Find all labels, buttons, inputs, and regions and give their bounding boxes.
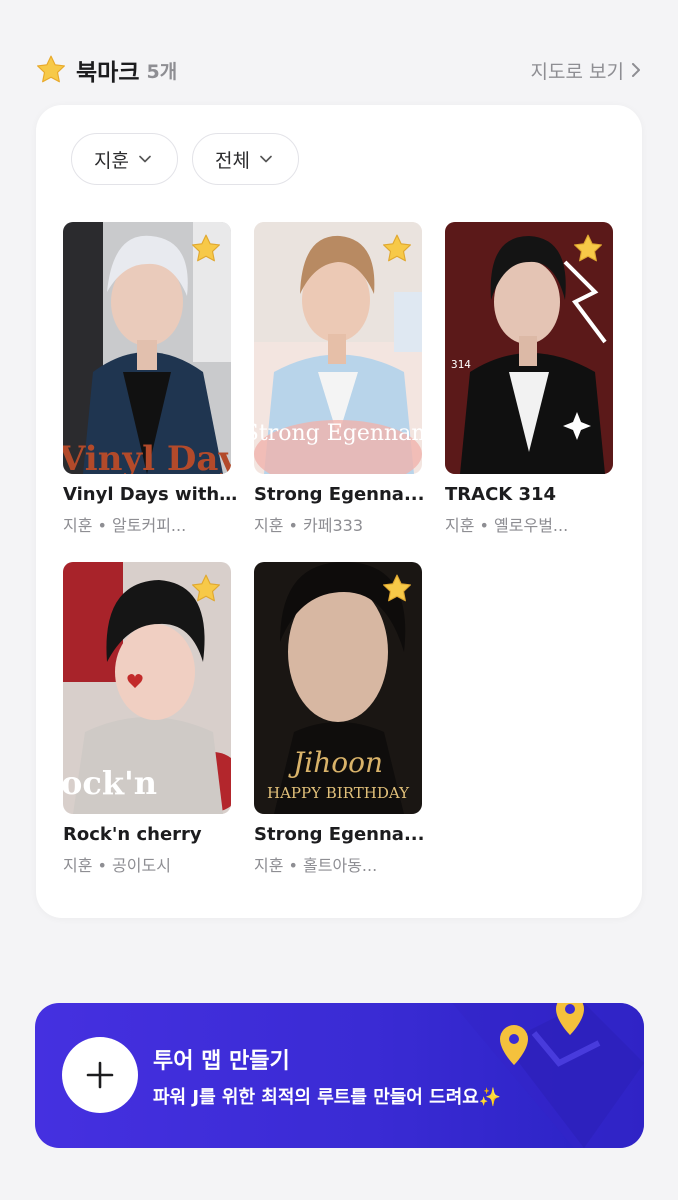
bookmark-star-icon[interactable] — [380, 232, 414, 266]
banner-subtitle: 파워 J를 위한 최적의 루트를 만들어 드려요✨ — [153, 1087, 502, 1108]
bookmark-star-icon[interactable] — [189, 572, 223, 606]
bookmark-star-icon[interactable] — [571, 232, 605, 266]
chevron-down-icon — [260, 155, 272, 163]
filter-member-label: 지훈 — [94, 149, 129, 172]
event-poster-image: ock'n — [63, 562, 231, 814]
filter-bar: 지훈 전체 — [71, 133, 299, 185]
filter-category-label: 전체 — [214, 149, 250, 172]
poster-text: Strong Egennam — [254, 421, 422, 446]
add-tour-map-button[interactable] — [62, 1037, 138, 1113]
page-title: 북마크 — [76, 60, 140, 86]
bookmark-card: 지훈 전체 Vinyl Day Vinyl Days with ... 지훈 •… — [36, 105, 642, 918]
bookmark-subtitle: 지훈 • 공이도시 — [63, 856, 171, 875]
chevron-down-icon — [139, 155, 151, 163]
chevron-right-icon — [632, 63, 640, 77]
event-poster-image: Strong Egennam — [254, 222, 422, 474]
bookmark-item[interactable]: 314 TRACK 314 지훈 • 옐로우벌... — [445, 222, 613, 536]
event-poster-image: 314 — [445, 222, 613, 474]
bookmark-header: 북마크 5개 지도로 보기 — [34, 50, 642, 90]
svg-text:HAPPY BIRTHDAY: HAPPY BIRTHDAY — [267, 784, 410, 802]
event-poster-image: Vinyl Day — [63, 222, 231, 474]
bookmark-title-group: 북마크 5개 — [34, 53, 177, 87]
poster-text: 314 — [451, 358, 471, 371]
view-on-map-label: 지도로 보기 — [530, 60, 624, 83]
bookmark-subtitle: 지훈 • 알토커피... — [63, 516, 187, 535]
bookmark-star-icon[interactable] — [380, 572, 414, 606]
bookmark-title: Vinyl Days with ... — [63, 484, 238, 505]
bookmark-subtitle: 지훈 • 홀트아동... — [254, 856, 378, 875]
bookmark-subtitle: 지훈 • 옐로우벌... — [445, 516, 569, 535]
map-pins-illustration — [452, 1003, 644, 1148]
bookmark-title: Strong Egenna... — [254, 484, 425, 505]
star-icon — [36, 55, 66, 83]
create-tour-map-banner[interactable]: 투어 맵 만들기 파워 J를 위한 최적의 루트를 만들어 드려요✨ — [35, 1003, 644, 1148]
bookmark-title: Rock'n cherry — [63, 824, 202, 845]
bookmark-item[interactable]: Vinyl Day Vinyl Days with ... 지훈 • 알토커피.… — [63, 222, 238, 536]
bookmark-title: TRACK 314 — [445, 484, 557, 505]
view-on-map-link[interactable]: 지도로 보기 — [531, 57, 642, 84]
bookmark-star-icon[interactable] — [189, 232, 223, 266]
poster-text: Vinyl Day — [63, 439, 231, 474]
filter-member-dropdown[interactable]: 지훈 — [71, 133, 178, 185]
poster-text: ock'n — [63, 764, 157, 802]
banner-title: 투어 맵 만들기 — [153, 1049, 290, 1074]
bookmark-subtitle: 지훈 • 카페333 — [254, 516, 364, 535]
bookmark-count: 5개 — [146, 60, 178, 83]
svg-text:Jihoon: Jihoon — [288, 746, 383, 779]
bookmark-item[interactable]: Jihoon HAPPY BIRTHDAY Strong Egenna... 지… — [254, 562, 424, 876]
bookmark-title: Strong Egenna... — [254, 824, 425, 845]
plus-icon — [86, 1061, 114, 1089]
bookmark-item[interactable]: Strong Egennam Strong Egenna... 지훈 • 카페3… — [254, 222, 424, 536]
bookmark-item[interactable]: ock'n Rock'n cherry 지훈 • 공이도시 — [63, 562, 231, 876]
filter-category-dropdown[interactable]: 전체 — [191, 133, 299, 185]
event-poster-image: Jihoon HAPPY BIRTHDAY — [254, 562, 422, 814]
